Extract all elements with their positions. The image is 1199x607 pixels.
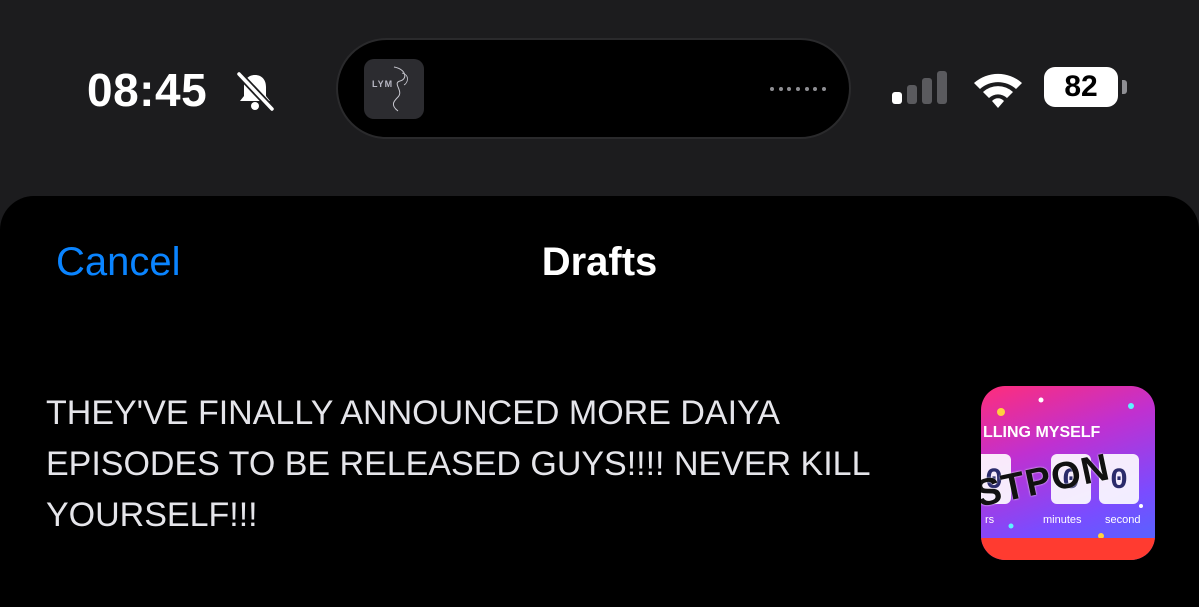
status-bar: 08:45 LYM 82 [0,0,1199,190]
thumbnail-unit-3: second [1105,514,1141,526]
thumbnail-digit-3: 0 [1110,464,1129,498]
battery-indicator: 82 [1044,67,1128,109]
cellular-signal-icon [892,71,947,104]
draft-text: THEY'VE FINALLY ANNOUNCED MORE DAIYA EPI… [46,394,870,534]
now-playing-artwork: LYM [364,59,424,119]
thumbnail-caption: LLING MYSELF [983,424,1101,441]
bell-slash-icon [236,71,275,112]
draft-thumbnail[interactable]: LLING MYSELF 0 0 0 STPON rs minutes seco… [981,386,1155,560]
thumbnail-unit-1: rs [985,514,995,526]
sheet-title: Drafts [541,240,658,284]
clock: 08:45 [87,64,208,116]
screen: 08:45 LYM 82 Cancel Drafts THEY'VE FINAL… [0,0,1199,607]
battery-percentage: 82 [1064,70,1098,103]
dynamic-island[interactable]: LYM [336,38,851,139]
drafts-sheet: Cancel Drafts THEY'VE FINALLY ANNOUNCED … [0,196,1199,607]
thumbnail-unit-2: minutes [1043,514,1082,526]
wifi-icon [974,73,1022,108]
battery-tip [1122,80,1127,94]
audio-indicator-icon [770,87,826,93]
draft-list-item[interactable]: THEY'VE FINALLY ANNOUNCED MORE DAIYA EPI… [0,382,1199,572]
